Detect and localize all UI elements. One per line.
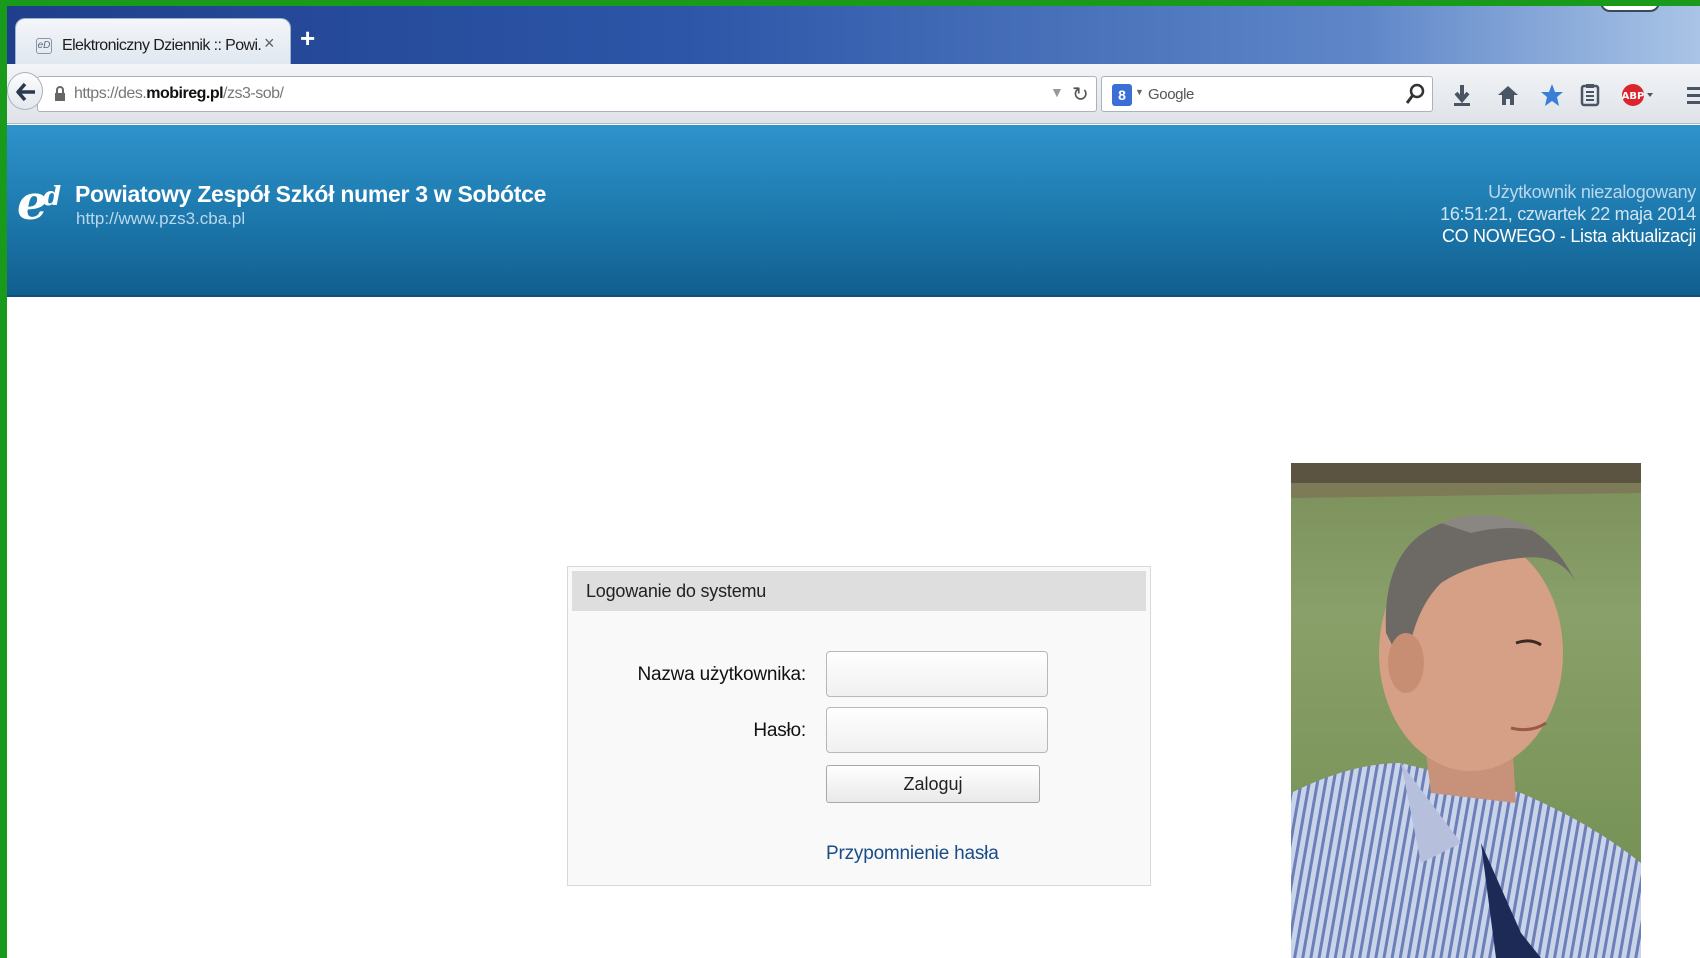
url-text: https://des.mobireg.pl/zs3-sob/ — [74, 85, 284, 103]
svg-text:d: d — [43, 182, 61, 212]
site-header: e d Powiatowy Zespół Szkół numer 3 w Sob… — [7, 125, 1700, 297]
menu-icon[interactable] — [1685, 82, 1700, 108]
bookmark-star-icon[interactable] — [1539, 82, 1565, 108]
url-history-dropdown-icon[interactable]: ▼ — [1050, 84, 1064, 100]
reload-icon[interactable]: ↻ — [1072, 82, 1089, 107]
navigation-bar: https://des.mobireg.pl/zs3-sob/ ▼ ↻ 8 ▼ — [7, 64, 1700, 124]
back-arrow-icon — [16, 82, 35, 102]
browser-tab[interactable]: eD Elektroniczny Dziennik :: Powi... × — [15, 18, 291, 68]
search-bar[interactable]: 8 ▼ — [1101, 76, 1433, 112]
username-label: Nazwa użytkownika: — [637, 664, 806, 685]
edziennik-logo: e d — [17, 175, 61, 231]
search-icon[interactable] — [1404, 82, 1426, 106]
search-input[interactable] — [1148, 83, 1388, 105]
favicon-icon: eD — [36, 38, 52, 54]
login-panel: Logowanie do systemu Nazwa użytkownika: … — [567, 566, 1151, 886]
password-reminder-link[interactable]: Przypomnienie hasła — [826, 843, 999, 865]
tab-title: Elektroniczny Dziennik :: Powi... — [62, 37, 262, 54]
password-input[interactable] — [826, 707, 1048, 753]
home-icon[interactable] — [1495, 82, 1521, 108]
password-label: Hasło: — [753, 720, 806, 741]
username-input[interactable] — [826, 651, 1048, 697]
new-tab-button[interactable]: + — [300, 25, 315, 51]
address-bar[interactable]: https://des.mobireg.pl/zs3-sob/ ▼ ↻ — [37, 76, 1097, 112]
url-host: mobireg.pl — [146, 85, 224, 102]
adblock-icon[interactable]: ABP — [1621, 82, 1655, 108]
svg-text:ABP: ABP — [1622, 91, 1645, 102]
school-name: Powiatowy Zespół Szkół numer 3 w Sobótce — [75, 181, 547, 207]
search-engine-icon[interactable]: 8 — [1112, 84, 1132, 106]
login-panel-title: Logowanie do systemu — [572, 571, 1146, 611]
whats-new-link[interactable]: CO NOWEGO - Lista aktualizacji — [1440, 225, 1696, 247]
browser-window: eD Elektroniczny Dziennik :: Powi... × +… — [7, 6, 1700, 958]
back-button[interactable] — [7, 72, 43, 110]
lock-icon — [55, 86, 65, 101]
login-button[interactable]: Zaloguj — [826, 765, 1040, 803]
window-corner-decoration — [1600, 6, 1660, 12]
search-engine-dropdown-icon[interactable]: ▼ — [1135, 87, 1144, 97]
header-status: Użytkownik niezalogowany 16:51:21, czwar… — [1440, 181, 1696, 247]
url-path: /zs3-sob/ — [223, 85, 284, 102]
reading-list-icon[interactable] — [1577, 82, 1603, 108]
tab-strip: eD Elektroniczny Dziennik :: Powi... × + — [7, 6, 1700, 68]
url-prefix: https://des. — [74, 85, 147, 102]
school-url-link[interactable]: http://www.pzs3.cba.pl — [76, 209, 245, 229]
current-datetime: 16:51:21, czwartek 22 maja 2014 — [1440, 204, 1696, 224]
user-status: Użytkownik niezalogowany — [1488, 182, 1696, 202]
person-photo — [1291, 463, 1641, 958]
download-icon[interactable] — [1449, 82, 1475, 108]
tab-close-icon[interactable]: × — [264, 33, 275, 54]
